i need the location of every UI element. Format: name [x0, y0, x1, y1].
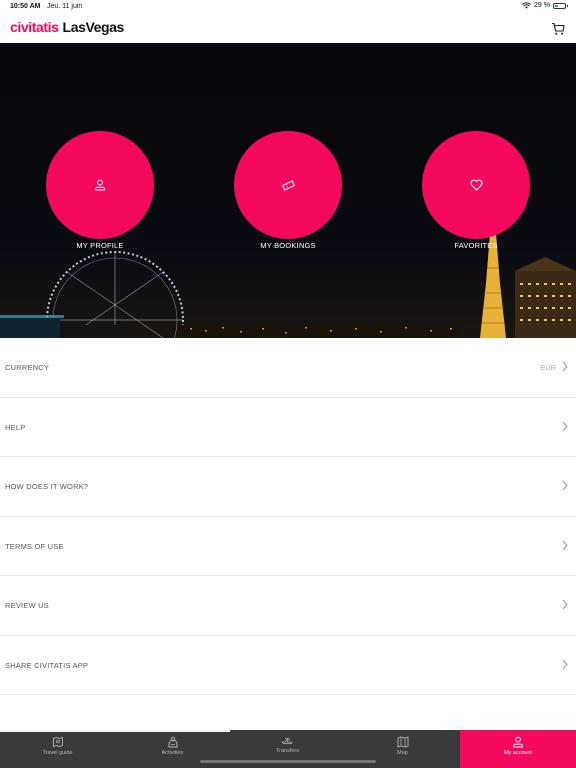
activities-icon	[168, 736, 177, 748]
battery-icon	[553, 2, 568, 9]
menu-item-label: REVIEW US	[5, 601, 49, 610]
menu-item-review-us[interactable]: REVIEW US	[0, 576, 576, 636]
home-indicator[interactable]	[200, 760, 376, 763]
chevron-right-icon	[562, 421, 568, 431]
chevron-right-icon	[562, 659, 568, 669]
tab-travel-guide[interactable]: Travel guide	[0, 730, 115, 768]
status-right: 29 %	[522, 2, 568, 9]
my-profile-button[interactable]	[46, 131, 154, 239]
menu-item-share-app[interactable]: SHARE CIVITATIS APP	[0, 636, 576, 695]
logo[interactable]: civitatis LasVegas	[10, 19, 124, 35]
logo-brand: civitatis	[10, 19, 59, 35]
tab-label: Activities	[161, 750, 184, 756]
menu-item-label: CURRENCY	[5, 363, 50, 372]
menu-item-label: TERMS OF USE	[5, 541, 64, 551]
user-icon	[513, 736, 523, 748]
map-book-icon	[52, 736, 63, 748]
menu-item-label: HOW DOES IT WORK?	[5, 482, 89, 491]
cart-icon[interactable]	[551, 22, 565, 36]
tab-my-account[interactable]: My account	[460, 730, 576, 768]
logo-city: LasVegas	[62, 19, 125, 35]
account-menu: CURRENCY EUR HELP HOW DOES IT WORK? TERM…	[0, 338, 576, 695]
favorites-button[interactable]	[422, 131, 530, 239]
menu-item-label: HELP	[5, 422, 26, 432]
tab-label: Map	[397, 750, 408, 756]
status-time: 10:50 AM	[10, 3, 41, 10]
favorites-label[interactable]: FAVORITES	[406, 241, 546, 250]
tab-label: Transfers	[275, 748, 300, 754]
map-icon	[397, 736, 408, 748]
chevron-right-icon	[562, 540, 568, 550]
menu-item-currency[interactable]: CURRENCY EUR	[0, 338, 576, 398]
tab-label: Travel guide	[42, 750, 73, 756]
ticket-icon	[281, 179, 295, 191]
my-bookings-button[interactable]	[234, 131, 342, 239]
plane-icon	[281, 737, 293, 744]
heart-icon	[470, 179, 482, 191]
menu-item-terms-of-use[interactable]: TERMS OF USE	[0, 517, 576, 576]
wifi-icon	[522, 2, 531, 9]
chevron-right-icon	[562, 480, 568, 491]
menu-item-how-it-works[interactable]: HOW DOES IT WORK?	[0, 457, 576, 517]
menu-item-label: SHARE CIVITATIS APP	[5, 660, 89, 670]
status-date: Jeu. 11 juin	[47, 3, 83, 10]
user-icon	[95, 179, 105, 191]
menu-item-help[interactable]: HELP	[0, 398, 576, 457]
chevron-right-icon	[562, 599, 568, 610]
my-profile-label[interactable]: MY PROFILE	[30, 241, 170, 250]
battery-percent: 29 %	[534, 2, 550, 9]
app-header: civitatis LasVegas	[0, 14, 576, 43]
chevron-right-icon	[562, 361, 568, 372]
status-bar: 10:50 AM Jeu. 11 juin 29 %	[0, 0, 576, 14]
hero-banner: MY PROFILE MY BOOKINGS FAVORITES	[0, 43, 576, 338]
currency-value: EUR	[540, 363, 556, 372]
tab-label: My account	[503, 750, 533, 756]
my-bookings-label[interactable]: MY BOOKINGS	[218, 241, 358, 250]
